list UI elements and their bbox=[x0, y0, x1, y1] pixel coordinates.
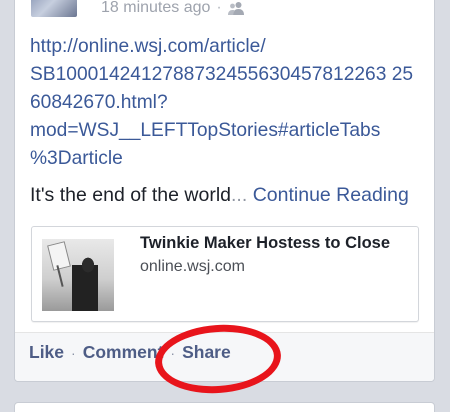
post-link-line: 60842670.html? bbox=[30, 92, 168, 113]
post-link[interactable]: http://online.wsj.com/article/ SB1000142… bbox=[30, 33, 425, 173]
continue-reading-link[interactable]: Continue Reading bbox=[253, 184, 409, 206]
post-message-text: It's the end of the world bbox=[30, 184, 232, 206]
feed-screen: 18 minutes ago · http://online.wsj.com/a… bbox=[0, 0, 450, 412]
preview-thumbnail bbox=[42, 239, 114, 311]
comment-button[interactable]: Comment bbox=[83, 342, 164, 363]
post-link-line: %3Darticle bbox=[30, 148, 123, 169]
link-preview[interactable]: Twinkie Maker Hostess to Close online.ws… bbox=[31, 226, 419, 322]
post-meta: 18 minutes ago · bbox=[101, 0, 244, 17]
post-link-line: http://online.wsj.com/article/ bbox=[30, 36, 266, 57]
timestamp[interactable]: 18 minutes ago bbox=[101, 0, 210, 17]
post-message: It's the end of the world... Continue Re… bbox=[30, 184, 409, 207]
people-icon bbox=[227, 0, 244, 17]
post-link-line: SB1000142412788732455630457812263 25 bbox=[30, 64, 414, 85]
post-message-ellipsis: ... bbox=[231, 184, 248, 206]
post-card: 18 minutes ago · http://online.wsj.com/a… bbox=[14, 0, 435, 382]
action-row: Like · Comment · Share bbox=[29, 342, 231, 363]
avatar[interactable] bbox=[31, 0, 77, 17]
share-button[interactable]: Share bbox=[182, 342, 231, 363]
post-link-line: mod=WSJ__LEFTTopStories#articleTabs bbox=[30, 120, 381, 141]
like-button[interactable]: Like bbox=[29, 342, 64, 363]
action-separator: · bbox=[71, 344, 76, 361]
next-post-card bbox=[14, 402, 435, 412]
action-bar: Like · Comment · Share bbox=[15, 333, 434, 381]
preview-domain: online.wsj.com bbox=[140, 258, 245, 275]
protest-sign-shape bbox=[47, 241, 71, 271]
meta-separator: · bbox=[216, 0, 222, 16]
action-separator: · bbox=[170, 344, 176, 361]
preview-title: Twinkie Maker Hostess to Close bbox=[140, 234, 391, 252]
